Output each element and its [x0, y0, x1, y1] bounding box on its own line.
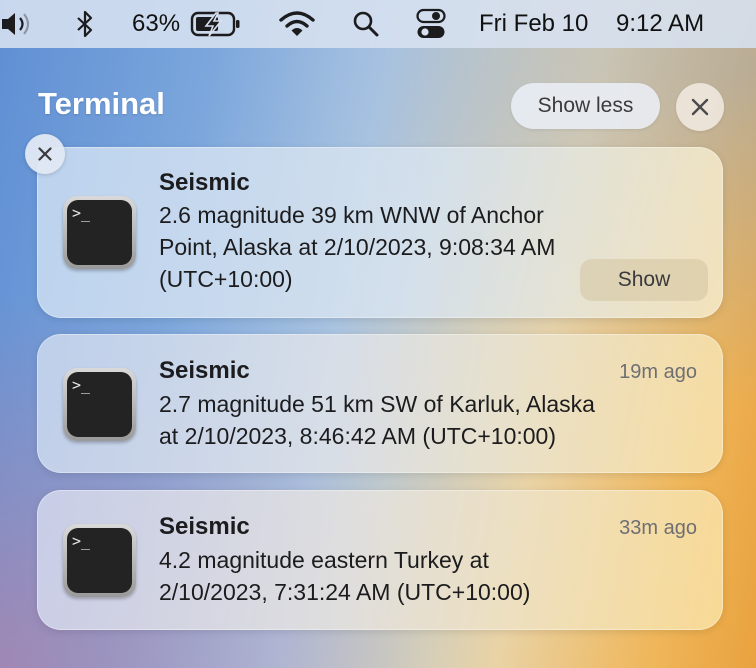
bluetooth-icon[interactable]: [74, 0, 96, 48]
terminal-prompt: >_: [72, 376, 91, 394]
menu-bar: 63% Fri Feb 10 9:12 AM: [0, 0, 756, 48]
notification-card[interactable]: >_ Seismic 33m ago 4.2 magnitude eastern…: [37, 490, 723, 630]
volume-icon[interactable]: [0, 0, 36, 48]
close-icon: [691, 98, 709, 116]
notification-timestamp: 33m ago: [619, 517, 697, 539]
desktop-background: 63% Fri Feb 10 9:12 AM Terminal Show les…: [0, 0, 756, 668]
notification-body: 4.2 magnitude eastern Turkey at 2/10/202…: [159, 544, 689, 608]
show-less-button[interactable]: Show less: [511, 83, 660, 129]
notification-body-line: 4.2 magnitude eastern Turkey at: [159, 547, 489, 573]
terminal-prompt: >_: [72, 204, 91, 222]
notification-card[interactable]: >_ Seismic 2.6 magnitude 39 km WNW of An…: [37, 147, 723, 318]
terminal-icon: >_: [63, 524, 136, 597]
close-icon: [38, 147, 52, 161]
control-center-icon[interactable]: [416, 0, 446, 48]
wifi-icon[interactable]: [279, 0, 315, 48]
notification-body-line: at 2/10/2023, 8:46:42 AM (UTC+10:00): [159, 423, 556, 449]
battery-percent: 63%: [132, 10, 181, 37]
battery-charging-icon[interactable]: [190, 0, 242, 48]
clear-all-button[interactable]: [676, 83, 724, 131]
notification-timestamp: 19m ago: [619, 361, 697, 383]
terminal-icon: >_: [63, 196, 136, 269]
search-icon[interactable]: [352, 0, 380, 48]
notification-title: Seismic: [159, 357, 250, 384]
menu-bar-date: Fri Feb 10: [479, 10, 589, 37]
notification-card[interactable]: >_ Seismic 19m ago 2.7 magnitude 51 km S…: [37, 334, 723, 473]
dismiss-notification-button[interactable]: [25, 134, 65, 174]
notification-title: Seismic: [159, 169, 250, 196]
notification-body: 2.7 magnitude 51 km SW of Karluk, Alaska…: [159, 388, 689, 452]
notification-group-title: Terminal: [38, 86, 165, 121]
notification-body-line: 2.6 magnitude 39 km WNW of Anchor: [159, 202, 544, 228]
terminal-icon: >_: [63, 368, 136, 441]
notification-title: Seismic: [159, 513, 250, 540]
terminal-prompt: >_: [72, 532, 91, 550]
notification-body-line: 2.7 magnitude 51 km SW of Karluk, Alaska: [159, 391, 595, 417]
show-button[interactable]: Show: [580, 259, 708, 301]
menu-bar-clock[interactable]: 9:12 AM: [616, 0, 704, 48]
notification-body-line: 2/10/2023, 7:31:24 AM (UTC+10:00): [159, 579, 531, 605]
